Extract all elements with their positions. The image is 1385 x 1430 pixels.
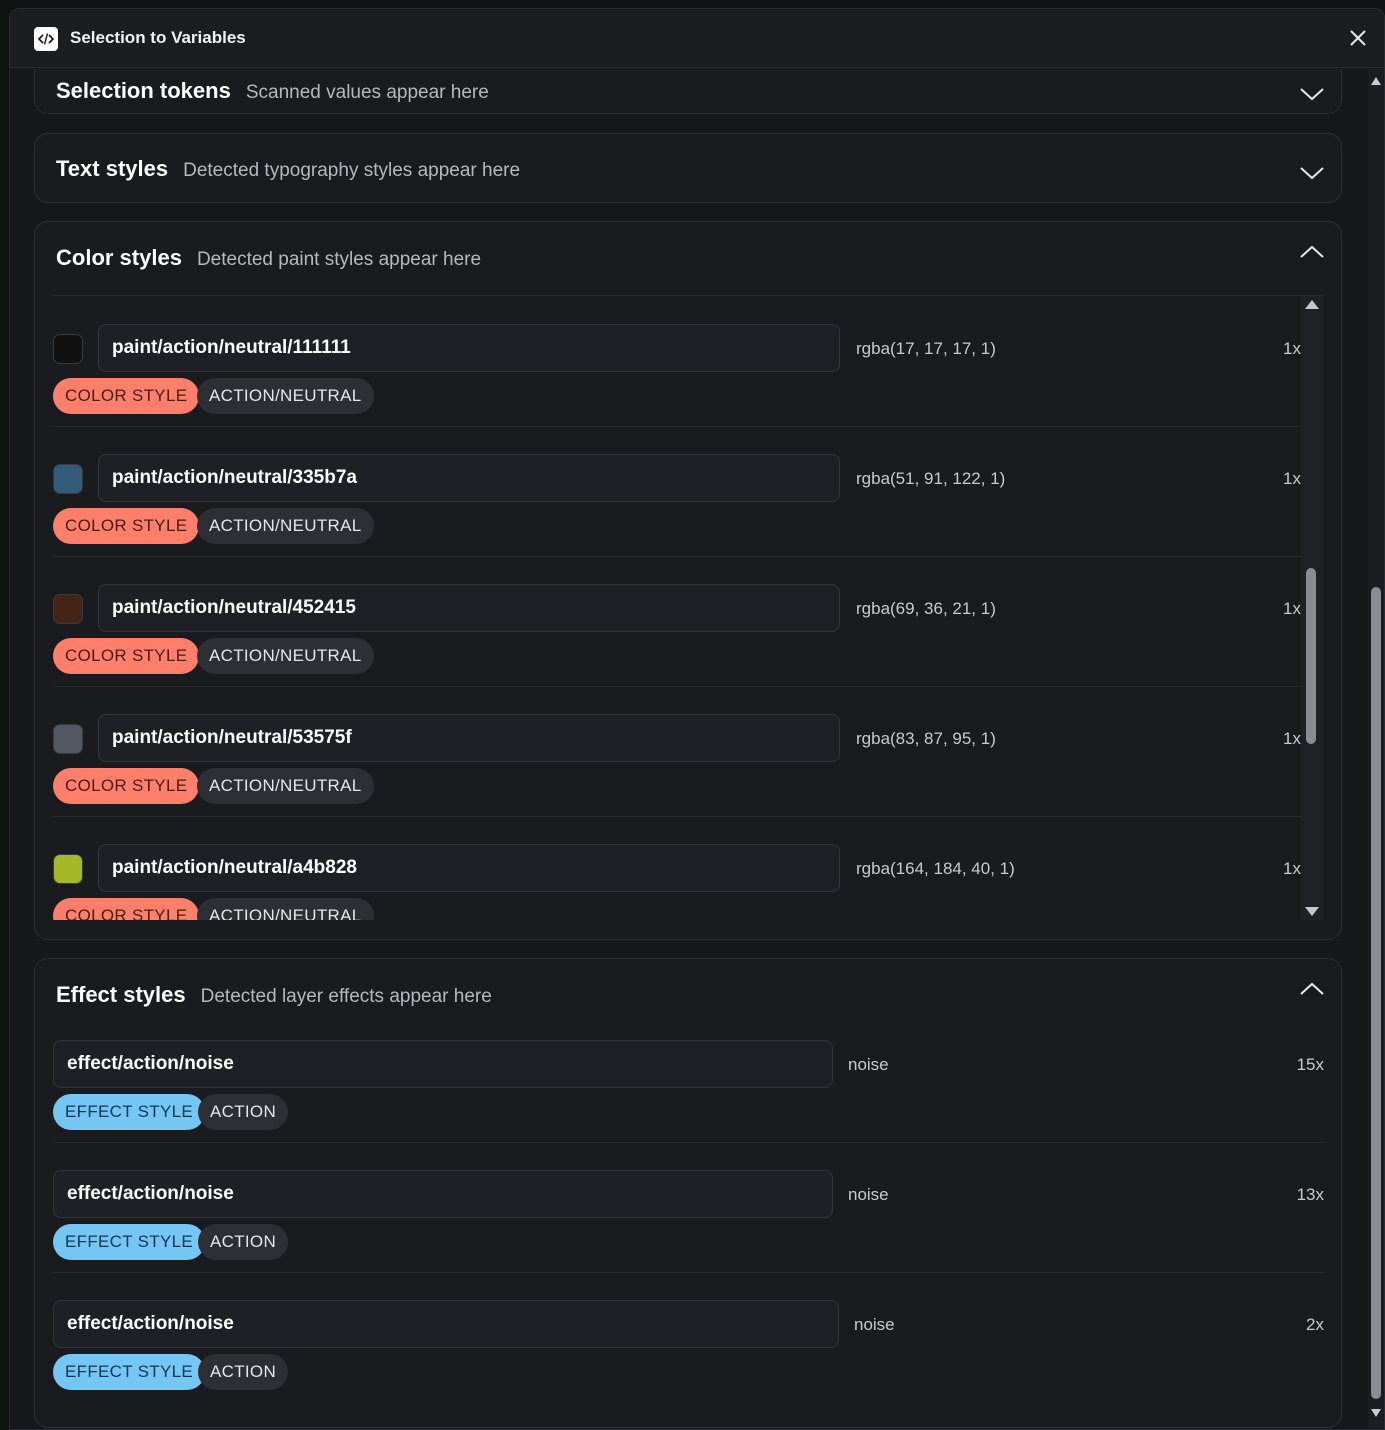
panel-title: Color styles	[56, 245, 182, 270]
effect-value: noise	[854, 1315, 895, 1334]
scroll-content[interactable]: Selection tokens Scanned values appear h…	[10, 69, 1384, 1429]
divider	[53, 426, 1301, 427]
group-tag: ACTION/NEUTRAL	[197, 638, 374, 674]
style-type-tag: COLOR STYLE	[53, 378, 200, 414]
color-value: rgba(17, 17, 17, 1)	[856, 339, 996, 358]
style-type-tag: EFFECT STYLE	[53, 1094, 205, 1130]
main-scrollbar-thumb[interactable]	[1371, 587, 1381, 1399]
selection-tokens-panel: Selection tokens Scanned values appear h…	[34, 69, 1342, 114]
style-name-field[interactable]: paint/action/neutral/a4b828	[98, 844, 840, 892]
color-value: rgba(83, 87, 95, 1)	[856, 729, 996, 748]
close-button[interactable]	[1346, 26, 1370, 50]
group-tag: ACTION/NEUTRAL	[197, 378, 374, 414]
usage-count: 1x	[1283, 599, 1301, 618]
usage-count: 1x	[1283, 859, 1301, 878]
scroll-down-icon[interactable]	[1305, 907, 1319, 916]
style-type-tag: COLOR STYLE	[53, 508, 200, 544]
color-value: rgba(69, 36, 21, 1)	[856, 599, 996, 618]
code-icon	[34, 27, 58, 51]
usage-count: 1x	[1283, 339, 1301, 358]
style-name-field[interactable]: paint/action/neutral/111111	[98, 324, 840, 372]
effect-value: noise	[848, 1055, 889, 1074]
color-styles-list[interactable]: paint/action/neutral/111111 rgba(17, 17,…	[35, 296, 1341, 920]
panel-subtitle: Scanned values appear here	[245, 82, 489, 103]
window-title: Selection to Variables	[70, 28, 246, 47]
style-type-tag: COLOR STYLE	[53, 768, 200, 804]
usage-count: 2x	[1306, 1315, 1324, 1334]
group-tag: ACTION/NEUTRAL	[197, 508, 374, 544]
scroll-up-icon[interactable]	[1305, 300, 1319, 309]
style-name-field[interactable]: paint/action/neutral/335b7a	[98, 454, 840, 502]
main-scroll-down-icon[interactable]	[1371, 1409, 1381, 1417]
panel-subtitle: Detected paint styles appear here	[196, 249, 482, 270]
style-type-tag: EFFECT STYLE	[53, 1354, 205, 1390]
style-type-tag: COLOR STYLE	[53, 898, 200, 920]
chevron-down-icon[interactable]	[1299, 164, 1325, 182]
style-type-tag: COLOR STYLE	[53, 638, 200, 674]
style-name-field[interactable]: effect/action/noise	[53, 1170, 833, 1218]
group-tag: ACTION	[198, 1094, 289, 1130]
color-swatch	[53, 464, 83, 494]
group-tag: ACTION/NEUTRAL	[197, 768, 374, 804]
style-type-tag: EFFECT STYLE	[53, 1224, 205, 1260]
panel-header[interactable]: Selection tokens Scanned values appear h…	[56, 78, 489, 104]
group-tag: ACTION	[198, 1224, 289, 1260]
effect-styles-panel: Effect styles Detected layer effects app…	[34, 958, 1342, 1428]
panel-title: Text styles	[56, 156, 169, 181]
color-swatch	[53, 334, 83, 364]
divider	[53, 1142, 1324, 1143]
plugin-window: Selection to Variables Selection tokens …	[9, 8, 1385, 1430]
color-styles-panel: Color styles Detected paint styles appea…	[34, 221, 1342, 940]
text-styles-panel: Text styles Detected typography styles a…	[34, 133, 1342, 203]
color-swatch	[53, 854, 83, 884]
title-bar: Selection to Variables	[10, 9, 1384, 68]
style-name-field[interactable]: effect/action/noise	[53, 1040, 833, 1088]
panel-title: Effect styles	[56, 982, 186, 1007]
color-value: rgba(164, 184, 40, 1)	[856, 859, 1015, 878]
chevron-down-icon[interactable]	[1299, 85, 1325, 103]
style-name-field[interactable]: paint/action/neutral/452415	[98, 584, 840, 632]
panel-subtitle: Detected layer effects appear here	[200, 986, 492, 1007]
color-swatch	[53, 594, 83, 624]
panel-header[interactable]: Text styles Detected typography styles a…	[56, 156, 520, 182]
chevron-up-icon[interactable]	[1299, 980, 1325, 998]
panel-header[interactable]: Color styles Detected paint styles appea…	[56, 245, 481, 271]
panel-header[interactable]: Effect styles Detected layer effects app…	[56, 982, 492, 1008]
inner-scrollbar-thumb[interactable]	[1306, 568, 1316, 744]
color-value: rgba(51, 91, 122, 1)	[856, 469, 1006, 488]
color-swatch	[53, 724, 83, 754]
panel-title: Selection tokens	[56, 78, 231, 103]
effect-value: noise	[848, 1185, 889, 1204]
style-name-field[interactable]: effect/action/noise	[53, 1300, 839, 1348]
close-icon	[1350, 30, 1366, 46]
usage-count: 15x	[1296, 1055, 1324, 1074]
usage-count: 1x	[1283, 469, 1301, 488]
style-name-field[interactable]: paint/action/neutral/53575f	[98, 714, 840, 762]
usage-count: 13x	[1296, 1185, 1324, 1204]
group-tag: ACTION	[198, 1354, 289, 1390]
divider	[53, 1272, 1324, 1273]
group-tag: ACTION/NEUTRAL	[197, 898, 374, 920]
divider	[53, 686, 1301, 687]
usage-count: 1x	[1283, 729, 1301, 748]
chevron-up-icon[interactable]	[1299, 243, 1325, 261]
panel-subtitle: Detected typography styles appear here	[183, 160, 521, 181]
main-scroll-up-icon[interactable]	[1371, 77, 1381, 85]
divider	[53, 556, 1301, 557]
divider	[53, 816, 1301, 817]
